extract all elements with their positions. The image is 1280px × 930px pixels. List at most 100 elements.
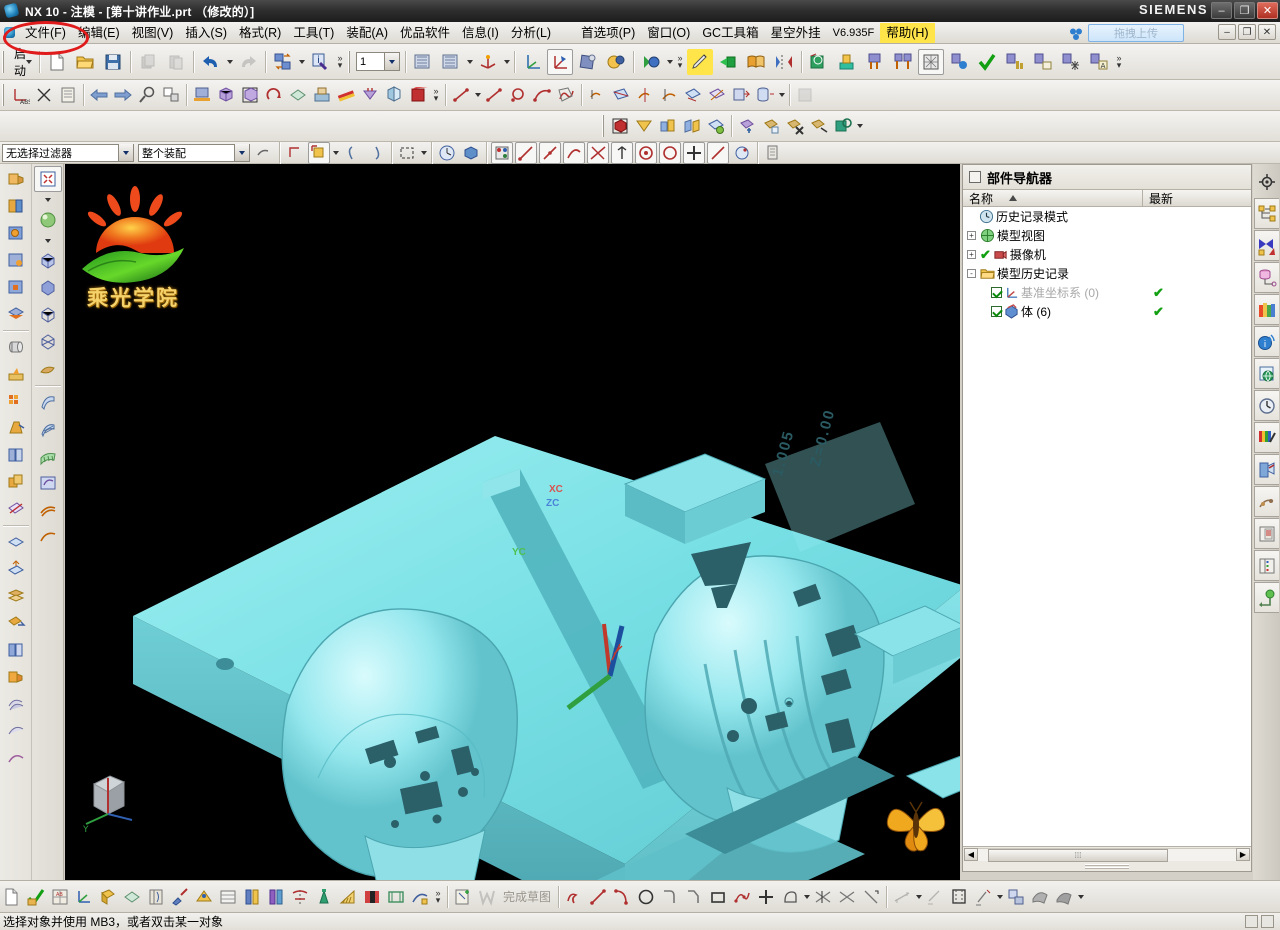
- select-body-button[interactable]: [308, 141, 330, 164]
- expander-toggle[interactable]: +: [967, 250, 976, 259]
- rectangle-select-button[interactable]: [396, 142, 418, 164]
- left-wireframe-icon[interactable]: [34, 302, 62, 328]
- wcs-orient-button[interactable]: [603, 49, 629, 75]
- face-select-button[interactable]: [253, 142, 275, 164]
- menu-item-xingkong-plugin[interactable]: 星空外挂: [765, 23, 827, 43]
- process-studio-icon[interactable]: [1254, 486, 1279, 517]
- undo-button[interactable]: [198, 49, 224, 75]
- sketch-make-corner-button[interactable]: [860, 886, 882, 908]
- menu-item-file[interactable]: 文件(F): [19, 23, 72, 43]
- snap-endpoint-button[interactable]: [515, 141, 537, 164]
- left-boss-icon[interactable]: [2, 247, 30, 273]
- curve-tools-dropdown-arrow[interactable]: [1076, 884, 1085, 910]
- reattach-sketch-button[interactable]: [97, 886, 119, 908]
- sketch-fixed-button[interactable]: [385, 886, 407, 908]
- left-iso-view-icon[interactable]: [34, 248, 62, 274]
- selection-scope-combo[interactable]: 整个装配: [138, 143, 250, 162]
- left-fit-view-icon[interactable]: [33, 166, 62, 192]
- mdi-minimize-button[interactable]: –: [1218, 24, 1236, 40]
- snap-point-on-curve-button[interactable]: [659, 141, 681, 164]
- left-ruled-icon[interactable]: [34, 416, 62, 442]
- shaded-edges-button[interactable]: [287, 84, 309, 106]
- mirror-button[interactable]: [771, 49, 797, 75]
- left-replace-face-icon[interactable]: [2, 610, 30, 636]
- selection-filter-combo[interactable]: 无选择过滤器: [2, 143, 134, 162]
- mold-model-3d[interactable]: [65, 164, 960, 882]
- left-curve-icon[interactable]: [2, 745, 30, 771]
- sketch-tools-button[interactable]: [169, 886, 191, 908]
- wcs-display-button[interactable]: [575, 49, 601, 75]
- sketch-intersect-curve-button[interactable]: [1053, 886, 1075, 908]
- sustainability-icon[interactable]: [1254, 582, 1279, 613]
- snap-existing-point-button[interactable]: [491, 141, 513, 164]
- sketch-create-button[interactable]: [452, 886, 474, 908]
- left-trim-body-icon[interactable]: [2, 496, 30, 522]
- reuse-library-icon[interactable]: [1254, 294, 1279, 325]
- mold-pocket-button[interactable]: [1030, 49, 1056, 75]
- update-model-button[interactable]: [270, 49, 296, 75]
- dimension-dropdown-arrow[interactable]: [914, 884, 923, 910]
- tree-row-datum-csys[interactable]: 基准坐标系 (0) ✔: [963, 283, 1251, 302]
- scroll-right-arrow-icon[interactable]: ▶: [1236, 847, 1250, 861]
- menu-item-information[interactable]: 信息(I): [456, 23, 505, 43]
- left-n-sided-icon[interactable]: [34, 470, 62, 496]
- information-button[interactable]: i: [307, 49, 333, 75]
- revolve-button[interactable]: [634, 84, 656, 106]
- sketch-polygon-button[interactable]: [731, 886, 753, 908]
- sketch-point-button[interactable]: [755, 886, 777, 908]
- pattern-button[interactable]: [657, 115, 679, 137]
- move-layer-dropdown-arrow[interactable]: [502, 49, 511, 75]
- unite-button[interactable]: [609, 115, 631, 137]
- system-scenes-icon[interactable]: [1254, 454, 1279, 485]
- hd3d-tools-icon[interactable]: i: [1254, 326, 1279, 357]
- expander-toggle[interactable]: -: [967, 269, 976, 278]
- toolbar-grip[interactable]: [1, 50, 5, 73]
- sketch-name-button[interactable]: [1, 886, 23, 908]
- extrude-button[interactable]: [586, 84, 608, 106]
- toolbar-grip-2[interactable]: [1, 84, 5, 106]
- sketch-constraint-button[interactable]: [193, 886, 215, 908]
- sketch-view-button[interactable]: [145, 886, 167, 908]
- snap-quadrant-button[interactable]: [635, 141, 657, 164]
- feature-visibility-checkbox[interactable]: [991, 306, 1002, 317]
- select-body-dropdown-arrow[interactable]: [331, 140, 340, 166]
- menu-item-preferences[interactable]: 首选项(P): [575, 23, 641, 43]
- forward-button[interactable]: [112, 84, 134, 106]
- studio-spline-button[interactable]: [555, 84, 577, 106]
- view-orientation-csys-icon[interactable]: Y: [80, 764, 150, 834]
- mold-wizard-project-button[interactable]: [806, 49, 832, 75]
- sketch-arc-button[interactable]: [611, 886, 633, 908]
- left-trimetric-view-icon[interactable]: [34, 275, 62, 301]
- selection-scope-dropdown-arrow[interactable]: [234, 144, 249, 161]
- trim-sheet-button[interactable]: [706, 84, 728, 106]
- left-draft-icon[interactable]: [2, 415, 30, 441]
- mdi-restore-button[interactable]: ❐: [1238, 24, 1256, 40]
- mold-parting-button[interactable]: [918, 48, 944, 75]
- sketch-checker-button[interactable]: [361, 886, 383, 908]
- mold-bom-button[interactable]: A: [1086, 49, 1112, 75]
- selection-filter-dropdown-arrow[interactable]: [118, 144, 133, 161]
- toolbar-overflow-chevron-2[interactable]: » ▾: [674, 49, 686, 75]
- snap-point-on-face-button[interactable]: [683, 141, 705, 164]
- sketch-rectangle-button[interactable]: [707, 886, 729, 908]
- left-shell-icon[interactable]: [2, 442, 30, 468]
- select-up-button[interactable]: [365, 142, 387, 164]
- work-layer-combo[interactable]: 1: [356, 52, 400, 71]
- menu-item-view[interactable]: 视图(V): [126, 23, 180, 43]
- left-resize-face-icon[interactable]: [2, 691, 30, 717]
- part-navigator-icon[interactable]: [1254, 262, 1279, 293]
- tree-row-history-mode[interactable]: 历史记录模式: [963, 207, 1251, 226]
- left-sew-icon[interactable]: [2, 529, 30, 555]
- circle-button[interactable]: [507, 84, 529, 106]
- sweep-button[interactable]: [658, 84, 680, 106]
- left-through-mesh-icon[interactable]: [34, 443, 62, 469]
- wcs-origin-button[interactable]: [519, 49, 545, 75]
- snap-two-curve-button[interactable]: [731, 142, 753, 164]
- sketch-relations-button[interactable]: [409, 886, 431, 908]
- left-synchronous-icon[interactable]: [2, 718, 30, 744]
- shell-button[interactable]: [633, 115, 655, 137]
- sketch-convert-ref-button[interactable]: [1005, 886, 1027, 908]
- save-button[interactable]: [100, 49, 126, 75]
- scroll-track[interactable]: ⁞⁞⁞: [978, 847, 1236, 862]
- start-dropdown-arrow[interactable]: [26, 49, 32, 75]
